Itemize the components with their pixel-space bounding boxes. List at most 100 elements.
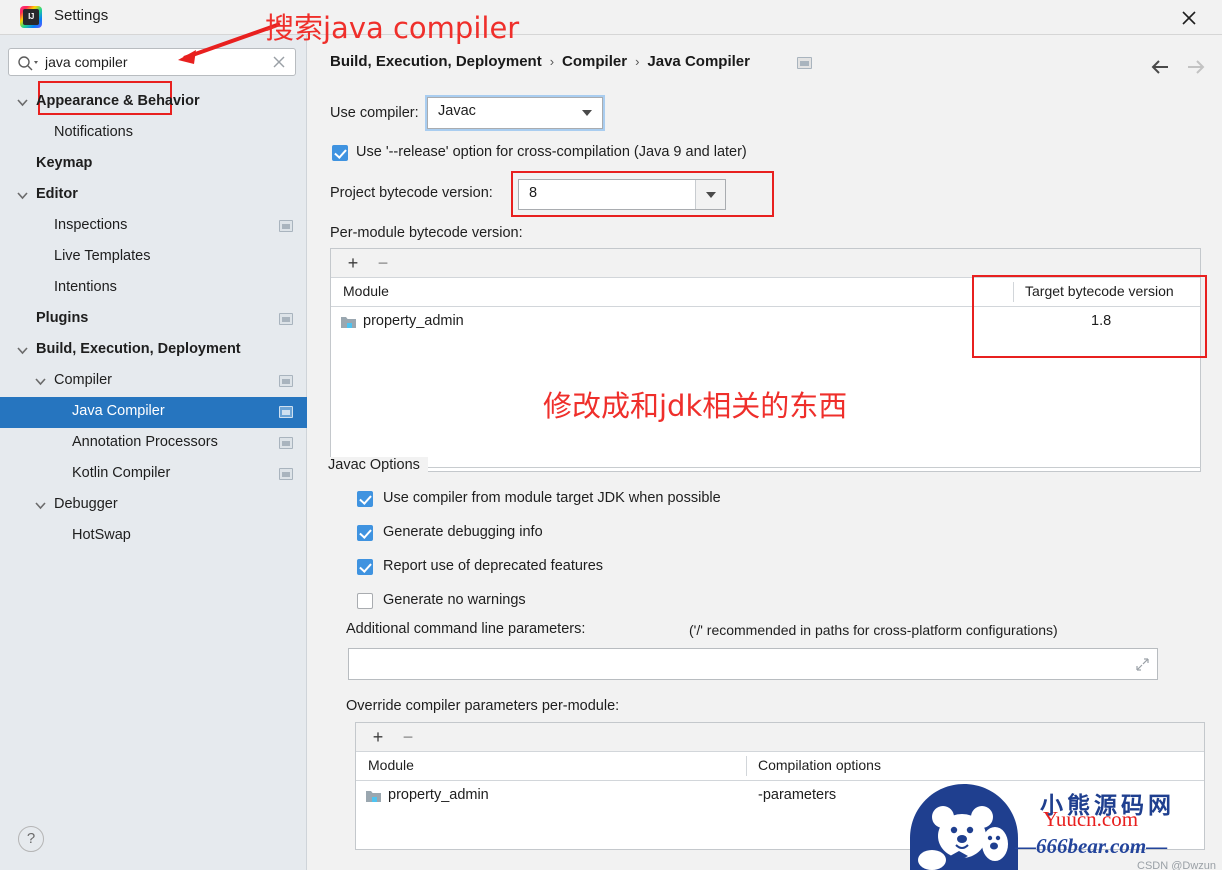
per-module-bytecode-table[interactable]: + − Module Target bytecode version prope… [330,248,1201,472]
sidebar-item-label: Inspections [54,217,128,233]
sidebar-item-label: HotSwap [72,527,131,543]
chevron-down-icon[interactable] [16,344,29,357]
remove-module-button[interactable]: − [373,253,393,273]
checkbox-label-generate-debugging-info: Generate debugging info [383,524,543,540]
sidebar-item-build-execution-deployment[interactable]: Build, Execution, Deployment [0,335,307,366]
help-button[interactable]: ? [18,826,44,852]
chevron-down-icon[interactable] [572,98,602,128]
javac-options-group: Javac Options [328,457,1201,473]
sidebar-item-plugins[interactable]: Plugins [0,304,307,335]
breadcrumb: Build, Execution, Deployment › Compiler › Ja… [330,53,750,73]
settings-sidebar: Appearance & Behavior Notifications Keymap… [0,35,307,870]
cell-compilation-options: -parameters [758,787,837,803]
checkbox-generate-no-warnings[interactable] [357,593,373,609]
title-bar: IJ Settings [0,0,1222,35]
sidebar-item-label: Java Compiler [72,403,165,419]
sidebar-item-inspections[interactable]: Inspections [0,211,307,242]
remove-override-button[interactable]: − [398,727,418,747]
add-module-button[interactable]: + [343,253,363,273]
sidebar-item-intentions[interactable]: Intentions [0,273,307,304]
project-bytecode-select[interactable]: 8 [518,179,726,210]
sidebar-item-label: Notifications [54,124,133,140]
settings-main-panel: Build, Execution, Deployment › Compiler › Ja… [308,35,1222,870]
column-divider[interactable] [746,756,747,776]
site-watermark: 小熊源码网 Yuucn.com —666bear.com— CSDN @Dwzu… [855,762,1222,870]
additional-params-hint: ('/' recommended in paths for cross-plat… [689,622,1058,638]
column-divider[interactable] [1013,282,1014,302]
sidebar-item-java-compiler[interactable]: Java Compiler [0,397,307,428]
sidebar-item-label: Intentions [54,279,117,295]
sidebar-item-kotlin-compiler[interactable]: Kotlin Compiler [0,459,307,490]
sidebar-item-live-templates[interactable]: Live Templates [0,242,307,273]
breadcrumb-separator: › [635,54,640,69]
settings-page-icon [279,406,293,418]
clear-icon[interactable] [271,54,287,70]
checkbox-report-deprecated[interactable] [357,559,373,575]
use-compiler-label: Use compiler: [330,105,419,121]
settings-page-icon [279,313,293,325]
breadcrumb-crumb-1[interactable]: Build, Execution, Deployment [330,53,542,70]
sidebar-item-debugger[interactable]: Debugger [0,490,307,521]
nav-back-button[interactable] [1149,55,1173,79]
settings-page-icon [279,468,293,480]
chevron-down-icon[interactable] [34,499,47,512]
breadcrumb-separator: › [549,54,555,69]
checkbox-use-compiler-from-module-jdk[interactable] [357,491,373,507]
search-input[interactable] [45,49,265,75]
chevron-down-icon[interactable] [695,180,725,209]
override-params-label: Override compiler parameters per-module: [346,698,620,714]
sidebar-item-label: Debugger [54,496,118,512]
module-folder-icon [366,791,381,802]
project-bytecode-value: 8 [529,185,538,201]
expand-icon[interactable] [1136,658,1149,671]
search-icon[interactable] [17,55,39,71]
annotation-jdk-text: 修改成和jdk相关的东西 [543,389,848,423]
sidebar-item-label: Live Templates [54,248,151,264]
sidebar-item-keymap[interactable]: Keymap [0,149,307,180]
sidebar-item-label: Build, Execution, Deployment [36,341,241,357]
table-row[interactable]: property_admin 1.8 [331,308,1200,338]
cell-target-bytecode: 1.8 [1091,313,1112,329]
sidebar-item-hotswap[interactable]: HotSwap [0,521,307,552]
javac-options-title: Javac Options [328,457,428,473]
column-header-target-bytecode[interactable]: Target bytecode version [1025,283,1174,299]
checkbox-generate-debugging-info[interactable] [357,525,373,541]
override-table-toolbar: + − [356,723,1204,752]
checkbox-label-use-compiler-from-module-jdk: Use compiler from module target JDK when… [383,490,721,506]
group-divider [328,467,1201,468]
sidebar-item-label: Kotlin Compiler [72,465,171,481]
watermark-site-alt: —666bear.com— [1015,834,1168,858]
breadcrumb-crumb-2[interactable]: Compiler [562,53,627,70]
column-header-module[interactable]: Module [368,757,414,773]
module-folder-icon [341,317,356,328]
nav-forward-button[interactable] [1183,55,1207,79]
settings-page-icon [279,375,293,387]
breadcrumb-crumb-3[interactable]: Java Compiler [647,53,750,70]
sidebar-item-notifications[interactable]: Notifications [0,118,307,149]
chevron-down-icon[interactable] [34,375,47,388]
sidebar-item-annotation-processors[interactable]: Annotation Processors [0,428,307,459]
use-compiler-select[interactable]: Javac [425,95,605,131]
checkbox-label-report-deprecated: Report use of deprecated features [383,558,604,574]
sidebar-item-label: Annotation Processors [72,434,218,450]
watermark-credit: CSDN @Dwzun [1137,860,1217,870]
sidebar-item-appearance-behavior[interactable]: Appearance & Behavior [0,87,307,118]
intellij-idea-logo-icon: IJ [20,6,42,28]
sidebar-item-compiler[interactable]: Compiler [0,366,307,397]
module-table-header: Module Target bytecode version [331,278,1200,307]
sidebar-item-label: Appearance & Behavior [36,93,200,109]
close-button[interactable] [1166,0,1212,34]
sidebar-item-editor[interactable]: Editor [0,180,307,211]
project-bytecode-label: Project bytecode version: [330,185,493,201]
chevron-down-icon[interactable] [16,189,29,202]
column-header-module[interactable]: Module [343,283,389,299]
use-compiler-value: Javac [438,103,476,119]
search-box[interactable] [8,48,296,76]
settings-page-icon [797,57,812,69]
add-override-button[interactable]: + [368,727,388,747]
per-module-label: Per-module bytecode version: [330,225,523,241]
chevron-down-icon[interactable] [16,96,29,109]
additional-params-label: Additional command line parameters: [346,621,586,637]
release-option-checkbox[interactable] [332,145,348,161]
additional-params-input[interactable] [348,648,1158,680]
